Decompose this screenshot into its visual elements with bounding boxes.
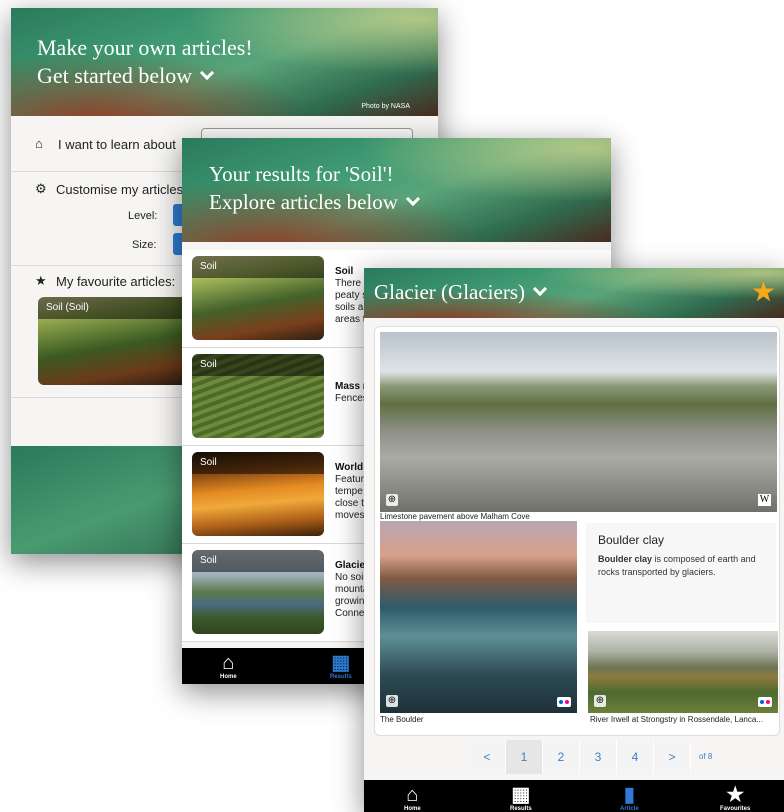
page-3-button[interactable]: 3 bbox=[580, 740, 616, 774]
article-image-panel: ⊕ W Limestone pavement above Malham Cove… bbox=[374, 326, 780, 736]
article-tab-bar: ⌂ Home ▦ Results ▮ Article ★ Favourites bbox=[364, 780, 784, 812]
page-2-button[interactable]: 2 bbox=[543, 740, 579, 774]
result-title: Glacie bbox=[335, 560, 366, 571]
zoom-icon[interactable]: ⊕ bbox=[386, 695, 398, 707]
star-icon: ★ bbox=[35, 273, 47, 288]
favourites-label: My favourite articles: bbox=[56, 274, 176, 289]
zoom-icon[interactable]: ⊕ bbox=[386, 494, 398, 506]
boulder-clay-text: Boulder clay is composed of earth and ro… bbox=[598, 553, 773, 579]
tab-results-label: Results bbox=[330, 674, 352, 680]
favourite-article-card[interactable]: Soil (Soil) bbox=[38, 297, 188, 385]
results-title-line1: Your results for 'Soil'! bbox=[209, 162, 394, 186]
level-label: Level: bbox=[128, 210, 158, 222]
page-4-button[interactable]: 4 bbox=[617, 740, 653, 774]
home-hero-title: Make your own articles! Get started belo… bbox=[37, 34, 253, 90]
tab-article-label: Article bbox=[620, 806, 639, 812]
article-screen: Glacier (Glaciers) ★ ⊕ W Limestone pavem… bbox=[364, 268, 784, 812]
tab-favourites[interactable]: ★ Favourites bbox=[720, 784, 750, 812]
results-hero-banner: Your results for 'Soil'! Explore article… bbox=[182, 138, 611, 242]
boulder-clay-heading: Boulder clay bbox=[598, 533, 665, 547]
favourite-star-icon[interactable]: ★ bbox=[751, 278, 776, 306]
result-title: World bbox=[335, 462, 364, 473]
tab-home[interactable]: ⌂ Home bbox=[220, 652, 237, 680]
article-title-toggle[interactable]: Glacier (Glaciers) bbox=[374, 280, 548, 305]
boulder-caption: The Boulder bbox=[380, 715, 424, 724]
favourite-card-label: Soil (Soil) bbox=[38, 297, 188, 319]
river-image[interactable]: ⊕ bbox=[588, 631, 778, 713]
article-hero-banner: Glacier (Glaciers) ★ bbox=[364, 268, 784, 318]
chevron-down-icon bbox=[532, 281, 548, 297]
page-next-button[interactable]: > bbox=[654, 740, 690, 774]
results-icon: ▦ bbox=[331, 652, 351, 674]
wikipedia-icon: W bbox=[758, 494, 771, 506]
result-thumbnail: Soil bbox=[192, 550, 324, 634]
result-thumbnail: Soil bbox=[192, 452, 324, 536]
result-tag: Soil bbox=[192, 354, 324, 376]
home-icon: ⌂ bbox=[406, 784, 419, 806]
chevron-down-icon bbox=[405, 191, 421, 207]
learn-label: I want to learn about bbox=[58, 137, 176, 152]
result-thumbnail: Soil bbox=[192, 354, 324, 438]
page-prev-button[interactable]: < bbox=[469, 740, 505, 774]
results-icon: ▦ bbox=[511, 784, 531, 806]
home-hero-banner: Make your own articles! Get started belo… bbox=[11, 8, 438, 116]
result-thumbnail: Soil bbox=[192, 256, 324, 340]
tab-home-label: Home bbox=[220, 674, 237, 680]
result-title: Soil bbox=[335, 266, 354, 277]
article-icon: ▮ bbox=[623, 784, 635, 806]
tab-results[interactable]: ▦ Results bbox=[330, 652, 352, 680]
river-caption: River Irwell at Strongstry in Rossendale… bbox=[590, 715, 763, 724]
size-label: Size: bbox=[132, 239, 157, 251]
zoom-icon[interactable]: ⊕ bbox=[594, 695, 606, 707]
result-tag: Soil bbox=[192, 256, 324, 278]
limestone-caption: Limestone pavement above Malham Cove bbox=[380, 512, 530, 521]
boulder-image[interactable]: ⊕ bbox=[380, 521, 577, 713]
gear-icon: ⚙ bbox=[35, 181, 47, 196]
limestone-image[interactable]: ⊕ W bbox=[380, 332, 777, 512]
hero-title-line1: Make your own articles! bbox=[37, 35, 253, 60]
page-1-button[interactable]: 1 bbox=[506, 740, 542, 774]
tab-results[interactable]: ▦ Results bbox=[510, 784, 532, 812]
results-title-line2: Explore articles below bbox=[209, 190, 398, 214]
tab-home[interactable]: ⌂ Home bbox=[404, 784, 421, 812]
pagination: < 1 2 3 4 > bbox=[469, 740, 691, 774]
result-tag: Soil bbox=[192, 550, 324, 572]
flickr-icon bbox=[758, 697, 772, 707]
tab-results-label: Results bbox=[510, 806, 532, 812]
explore-toggle[interactable]: Explore articles below bbox=[209, 188, 421, 216]
tab-favourites-label: Favourites bbox=[720, 806, 751, 812]
hero-title-line2: Get started below bbox=[37, 63, 193, 88]
home-icon: ⌂ bbox=[35, 136, 43, 151]
boulder-clay-bold: Boulder clay bbox=[598, 554, 653, 564]
tab-home-label: Home bbox=[404, 806, 421, 812]
home-icon: ⌂ bbox=[222, 652, 235, 674]
customise-label: Customise my articles bbox=[56, 182, 184, 197]
star-icon: ★ bbox=[726, 784, 745, 806]
tab-article[interactable]: ▮ Article bbox=[620, 784, 639, 812]
result-tag: Soil bbox=[192, 452, 324, 474]
flickr-icon bbox=[557, 697, 571, 707]
page-total: of 8 bbox=[699, 752, 713, 761]
boulder-clay-card[interactable]: Boulder clay Boulder clay is composed of… bbox=[586, 523, 776, 623]
get-started-toggle[interactable]: Get started below bbox=[37, 62, 253, 90]
article-title: Glacier (Glaciers) bbox=[374, 280, 525, 304]
photo-credit: Photo by NASA bbox=[361, 103, 410, 110]
results-hero-title: Your results for 'Soil'! Explore article… bbox=[209, 160, 421, 216]
chevron-down-icon bbox=[200, 65, 215, 81]
